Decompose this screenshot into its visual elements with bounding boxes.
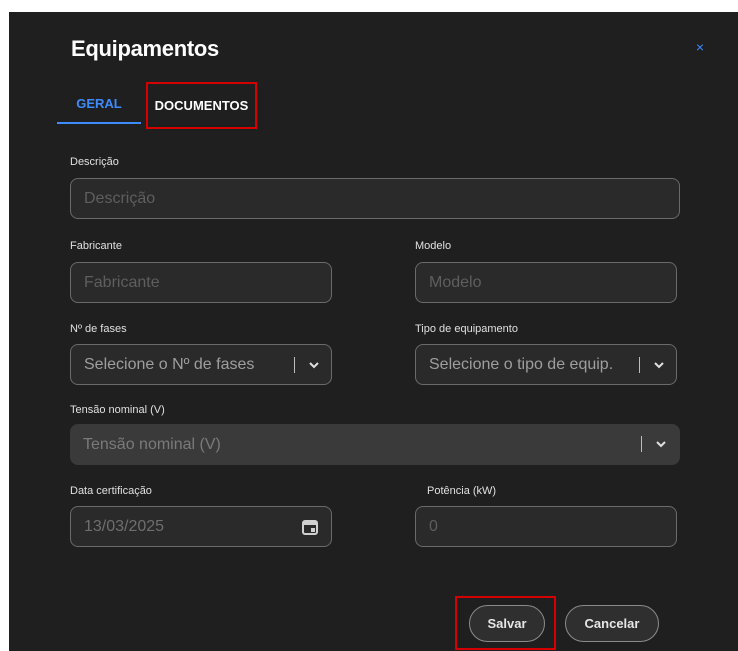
chevron-down-icon	[309, 362, 319, 369]
potencia-label: Potência (kW)	[427, 485, 497, 497]
fabricante-input[interactable]: Fabricante	[70, 262, 332, 303]
cancel-button[interactable]: Cancelar	[565, 605, 659, 642]
modal-title: Equipamentos	[71, 36, 219, 61]
tensao-select[interactable]: Tensão nominal (V)	[70, 424, 680, 465]
fases-label: Nº de fases	[70, 323, 127, 335]
descricao-label: Descrição	[70, 156, 119, 168]
calendar-icon[interactable]	[301, 518, 319, 536]
data-cert-value: 13/03/2025	[84, 517, 165, 535]
tab-documentos-label: DOCUMENTOS	[154, 98, 249, 113]
data-cert-label: Data certificação	[70, 485, 152, 497]
fabricante-label: Fabricante	[70, 240, 122, 252]
modelo-label: Modelo	[415, 240, 452, 252]
potencia-input[interactable]: 0	[415, 506, 677, 547]
chevron-down-icon	[656, 441, 666, 448]
tipo-select[interactable]: Selecione o tipo de equip.	[415, 344, 677, 385]
select-divider	[294, 357, 295, 373]
tab-documentos[interactable]: DOCUMENTOS	[146, 82, 257, 129]
fases-select[interactable]: Selecione o Nº de fases	[70, 344, 332, 385]
modelo-input[interactable]: Modelo	[415, 262, 677, 303]
tipo-label: Tipo de equipamento	[415, 323, 518, 335]
descricao-input[interactable]: Descrição	[70, 178, 680, 219]
data-cert-input[interactable]: 13/03/2025	[70, 506, 332, 547]
tensao-select-value: Tensão nominal (V)	[83, 435, 221, 453]
fases-select-value: Selecione o Nº de fases	[84, 355, 255, 373]
select-divider	[641, 436, 642, 452]
close-icon[interactable]: ×	[693, 40, 707, 54]
save-button[interactable]: Salvar	[469, 605, 545, 642]
tab-geral[interactable]: GERAL	[57, 94, 141, 124]
tensao-label: Tensão nominal (V)	[70, 404, 165, 416]
tab-active-indicator	[57, 122, 141, 124]
select-divider	[639, 357, 640, 373]
tab-geral-label: GERAL	[76, 96, 122, 111]
chevron-down-icon	[654, 362, 664, 369]
tipo-select-value: Selecione o tipo de equip.	[429, 355, 614, 373]
